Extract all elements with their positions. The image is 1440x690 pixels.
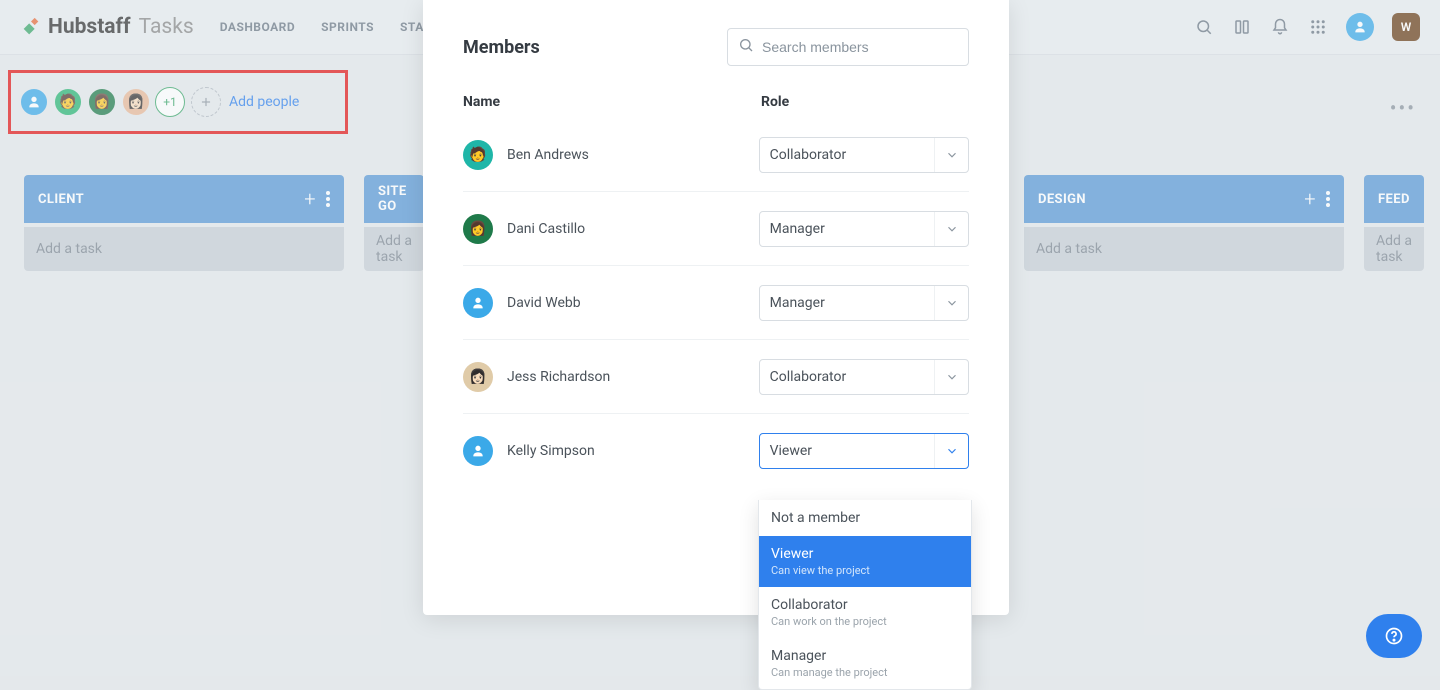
member-name: Kelly Simpson bbox=[507, 443, 595, 459]
role-value: Viewer bbox=[770, 443, 812, 459]
member-row: David Webb Manager bbox=[463, 266, 969, 340]
member-name: Ben Andrews bbox=[507, 147, 589, 163]
chevron-down-icon bbox=[934, 138, 968, 172]
search-members-field[interactable] bbox=[762, 39, 958, 55]
modal-header: Members bbox=[463, 28, 969, 66]
role-select[interactable]: Viewer bbox=[759, 433, 969, 469]
member-avatar: 👩🏻 bbox=[463, 362, 493, 392]
member-row: 👩🏻 Jess Richardson Collaborator bbox=[463, 340, 969, 414]
member-name: Jess Richardson bbox=[507, 369, 610, 385]
member-name: David Webb bbox=[507, 295, 581, 311]
chevron-down-icon bbox=[934, 434, 968, 468]
role-value: Manager bbox=[770, 221, 825, 237]
role-value: Manager bbox=[770, 295, 825, 311]
chevron-down-icon bbox=[934, 212, 968, 246]
role-dropdown: Not a member Viewer Can view the project… bbox=[758, 500, 972, 690]
member-row: 🧑 Ben Andrews Collaborator bbox=[463, 118, 969, 192]
role-option-manager[interactable]: Manager Can manage the project bbox=[759, 638, 971, 689]
members-table-header: Name Role bbox=[463, 94, 969, 110]
role-select[interactable]: Manager bbox=[759, 211, 969, 247]
member-avatar: 🧑 bbox=[463, 140, 493, 170]
role-option-viewer[interactable]: Viewer Can view the project bbox=[759, 536, 971, 587]
members-list: 🧑 Ben Andrews Collaborator 👩 Dani Castil… bbox=[463, 118, 969, 488]
role-select[interactable]: Collaborator bbox=[759, 137, 969, 173]
search-members-input[interactable] bbox=[727, 28, 969, 66]
role-select[interactable]: Collaborator bbox=[759, 359, 969, 395]
member-row: 👩 Dani Castillo Manager bbox=[463, 192, 969, 266]
modal-title: Members bbox=[463, 37, 540, 58]
member-avatar bbox=[463, 436, 493, 466]
column-name-header: Name bbox=[463, 94, 761, 110]
search-icon bbox=[738, 37, 754, 57]
member-avatar: 👩 bbox=[463, 214, 493, 244]
help-button[interactable] bbox=[1366, 614, 1422, 658]
role-value: Collaborator bbox=[770, 369, 847, 385]
role-option-notamember[interactable]: Not a member bbox=[759, 500, 971, 536]
role-option-collaborator[interactable]: Collaborator Can work on the project bbox=[759, 587, 971, 638]
chevron-down-icon bbox=[934, 286, 968, 320]
member-name: Dani Castillo bbox=[507, 221, 585, 237]
role-value: Collaborator bbox=[770, 147, 847, 163]
role-select[interactable]: Manager bbox=[759, 285, 969, 321]
member-avatar bbox=[463, 288, 493, 318]
member-row: Kelly Simpson Viewer bbox=[463, 414, 969, 488]
chevron-down-icon bbox=[934, 360, 968, 394]
column-role-header: Role bbox=[761, 94, 969, 110]
